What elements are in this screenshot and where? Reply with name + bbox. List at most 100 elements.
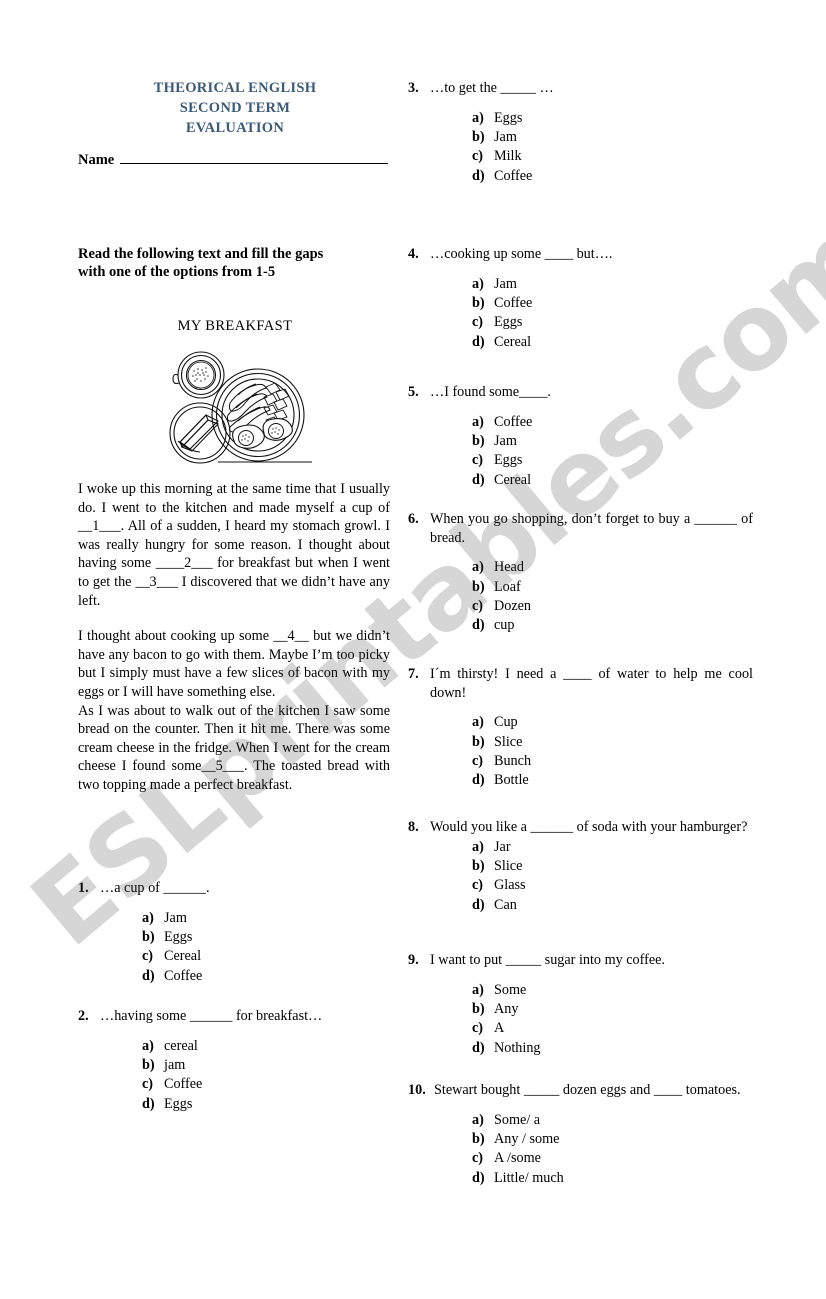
- option-c[interactable]: c) Bunch: [472, 752, 753, 771]
- option-label: Jam: [494, 275, 517, 292]
- question-number: 7.: [408, 666, 419, 682]
- option-letter: c): [472, 877, 484, 894]
- option-d[interactable]: d) Coffee: [472, 167, 753, 186]
- option-b[interactable]: b) Any / some: [472, 1130, 753, 1149]
- option-label: Eggs: [164, 1095, 193, 1112]
- option-a[interactable]: a) Jam: [142, 909, 392, 928]
- question-number: 5.: [408, 384, 419, 400]
- name-field-row: Name: [78, 152, 388, 169]
- option-c[interactable]: c) Cereal: [142, 947, 392, 966]
- option-c[interactable]: c) A: [472, 1019, 753, 1038]
- option-label: Some: [494, 981, 527, 998]
- option-d[interactable]: d) Eggs: [142, 1095, 392, 1114]
- option-list: a) Head b) Loaf c) Dozen d) cup: [408, 558, 753, 636]
- option-letter: d): [472, 471, 485, 488]
- option-b[interactable]: b) Jam: [472, 128, 753, 147]
- option-letter: b): [142, 1057, 155, 1073]
- option-b[interactable]: b) Slice: [472, 857, 753, 876]
- option-d[interactable]: d) Cereal: [472, 333, 753, 352]
- option-label: Milk: [494, 148, 522, 165]
- option-b[interactable]: b) Slice: [472, 733, 753, 752]
- title-line-1: THEORICAL ENGLISH: [153, 80, 317, 96]
- option-a[interactable]: a) Jar: [472, 838, 753, 857]
- question-number: 8.: [408, 819, 419, 835]
- option-label: Slice: [494, 858, 523, 874]
- option-c[interactable]: c) Coffee: [142, 1075, 392, 1094]
- option-a[interactable]: a) Head: [472, 558, 753, 577]
- option-c[interactable]: c) Eggs: [472, 451, 753, 470]
- option-a[interactable]: a) Jam: [472, 275, 753, 294]
- option-letter: d): [472, 772, 485, 789]
- question-3: 3. …to get the _____ … a) Eggs b) Jam c)…: [408, 79, 753, 186]
- option-b[interactable]: b) Loaf: [472, 578, 753, 597]
- option-d[interactable]: d) Nothing: [472, 1039, 753, 1058]
- option-letter: c): [472, 314, 484, 331]
- name-input-line[interactable]: [120, 152, 388, 164]
- option-label: Jam: [164, 909, 187, 926]
- option-a[interactable]: a) Eggs: [472, 109, 753, 128]
- option-label: cup: [494, 617, 515, 634]
- option-letter: d): [472, 617, 485, 634]
- question-number: 1.: [78, 880, 89, 896]
- option-c[interactable]: c) Eggs: [472, 313, 753, 332]
- instructions: Read the following text and fill the gap…: [78, 245, 390, 281]
- option-d[interactable]: d) Little/ much: [472, 1169, 753, 1188]
- option-c[interactable]: c) Dozen: [472, 597, 753, 616]
- option-b[interactable]: b) Any: [472, 1000, 753, 1019]
- worksheet-page: THEORICAL ENGLISH SECOND TERM EVALUATION…: [0, 0, 826, 1299]
- option-label: A: [494, 1020, 505, 1037]
- option-label: Cereal: [494, 471, 532, 488]
- option-letter: a): [142, 1037, 154, 1054]
- title-line-2: SECOND TERM: [179, 100, 291, 116]
- option-list: a) Cup b) Slice c) Bunch d) Bottle: [408, 713, 753, 791]
- passage-paragraph-2: I thought about cooking up some __4__ bu…: [78, 628, 390, 700]
- option-letter: d): [142, 1095, 155, 1112]
- reading-passage: I woke up this morning at the same time …: [78, 480, 390, 795]
- option-d[interactable]: d) Bottle: [472, 771, 753, 790]
- option-label: Loaf: [494, 578, 521, 595]
- question-text: I´m thirsty! I need a ____ of water to h…: [430, 666, 753, 701]
- option-b[interactable]: b) Coffee: [472, 294, 753, 313]
- option-c[interactable]: c) A /some: [472, 1149, 753, 1168]
- option-b[interactable]: b) Eggs: [142, 928, 392, 947]
- option-letter: b): [472, 858, 485, 874]
- option-c[interactable]: c) Milk: [472, 147, 753, 166]
- option-list: a) Some b) Any c) A d) Nothing: [408, 981, 753, 1059]
- option-b[interactable]: b) Jam: [472, 432, 753, 451]
- option-a[interactable]: a) Coffee: [472, 413, 753, 432]
- option-list: a) Eggs b) Jam c) Milk d) Coffee: [408, 109, 753, 187]
- option-a[interactable]: a) Some: [472, 981, 753, 1000]
- question-text: Would you like a ______ of soda with you…: [430, 819, 748, 835]
- option-d[interactable]: d) Cereal: [472, 471, 753, 490]
- option-label: Cereal: [164, 948, 202, 965]
- option-letter: b): [472, 1131, 485, 1147]
- option-d[interactable]: d) cup: [472, 616, 753, 635]
- option-label: Jam: [494, 129, 517, 145]
- instructions-line-2: with one of the options from 1-5: [78, 264, 276, 280]
- option-a[interactable]: a) cereal: [142, 1037, 392, 1056]
- option-b[interactable]: b) jam: [142, 1056, 392, 1075]
- option-label: Bottle: [494, 772, 529, 789]
- question-number: 10.: [408, 1082, 426, 1098]
- option-d[interactable]: d) Can: [472, 896, 753, 915]
- option-letter: c): [472, 1150, 484, 1167]
- option-label: A /some: [494, 1150, 541, 1167]
- option-letter: c): [472, 753, 484, 769]
- option-c[interactable]: c) Glass: [472, 876, 753, 895]
- option-letter: a): [472, 559, 484, 576]
- option-letter: b): [472, 733, 485, 750]
- option-letter: a): [472, 981, 484, 998]
- passage-title: MY BREAKFAST: [177, 318, 293, 334]
- option-letter: d): [472, 333, 485, 350]
- question-text: …having some ______ for breakfast…: [100, 1008, 323, 1024]
- option-letter: c): [142, 948, 154, 965]
- option-d[interactable]: d) Coffee: [142, 967, 392, 986]
- passage-paragraph-1: I woke up this morning at the same time …: [78, 481, 390, 609]
- question-text: …to get the _____ …: [430, 80, 554, 96]
- option-a[interactable]: a) Cup: [472, 713, 753, 732]
- option-list: a) Coffee b) Jam c) Eggs d) Cereal: [408, 413, 753, 491]
- option-label: Coffee: [164, 1076, 203, 1093]
- option-label: Little/ much: [494, 1169, 564, 1186]
- option-a[interactable]: a) Some/ a: [472, 1111, 753, 1130]
- option-label: Can: [494, 896, 517, 913]
